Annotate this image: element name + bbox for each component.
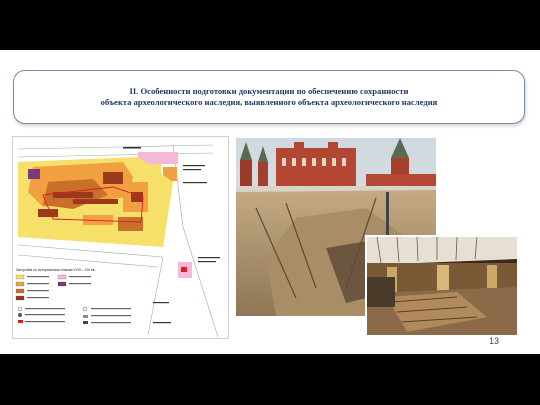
page-number: 13 <box>489 336 500 346</box>
title-box: II. Особенности подготовки документации … <box>13 70 525 124</box>
archaeological-plan-map: Застройка по историческим планам XVIII –… <box>12 136 229 339</box>
slide: II. Особенности подготовки документации … <box>0 50 540 354</box>
museum-interior-photo <box>365 235 519 337</box>
map-legend-title: Застройка по историческим планам XVIII –… <box>16 268 96 272</box>
plan-drawing <box>13 137 228 338</box>
title-line-1: II. Особенности подготовки документации … <box>129 86 409 96</box>
title-line-2: объекта археологического наследия, выявл… <box>100 97 438 107</box>
